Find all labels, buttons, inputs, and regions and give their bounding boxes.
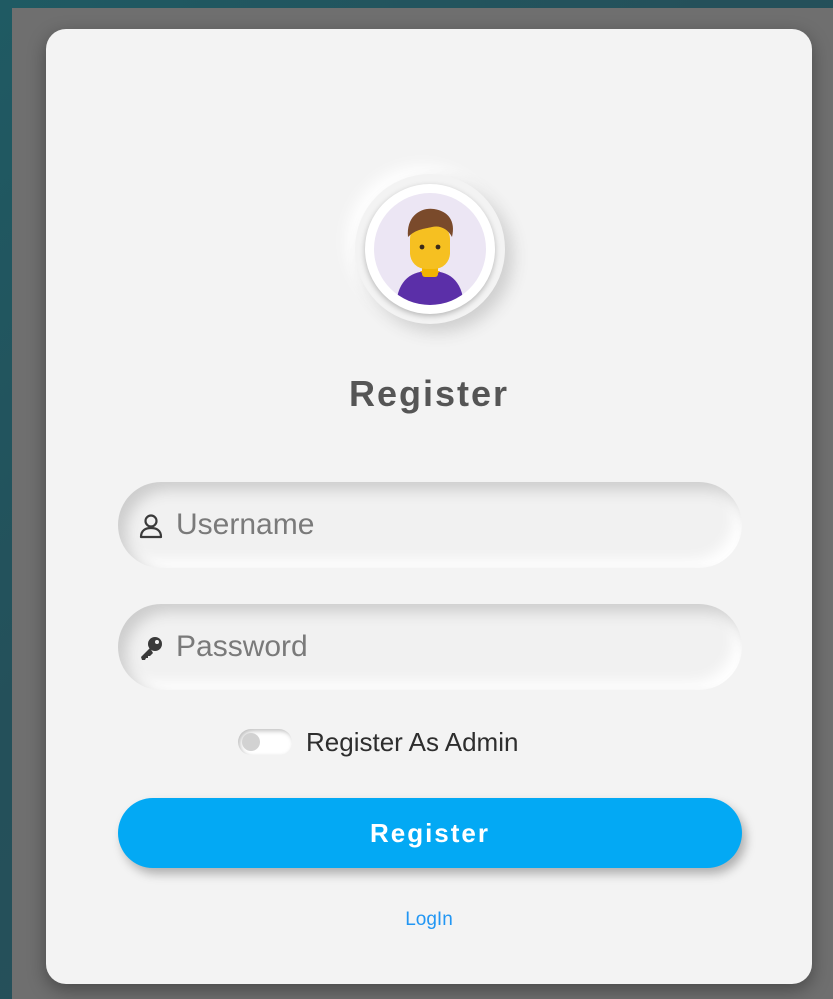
avatar xyxy=(365,184,495,314)
user-icon xyxy=(138,513,164,539)
avatar-frame xyxy=(355,174,505,324)
register-button[interactable]: Register xyxy=(118,798,742,868)
register-card: Register Register As Admin Register LogI… xyxy=(46,29,812,984)
admin-toggle[interactable] xyxy=(238,729,292,755)
username-input[interactable] xyxy=(176,482,716,568)
login-link[interactable]: LogIn xyxy=(46,909,812,931)
user-avatar-icon xyxy=(374,193,486,305)
password-field[interactable] xyxy=(118,604,742,690)
password-input[interactable] xyxy=(176,604,716,690)
toggle-knob xyxy=(242,733,260,751)
admin-toggle-label: Register As Admin xyxy=(306,727,519,757)
username-field[interactable] xyxy=(118,482,742,568)
page-title: Register xyxy=(348,373,510,414)
key-icon xyxy=(138,635,164,661)
